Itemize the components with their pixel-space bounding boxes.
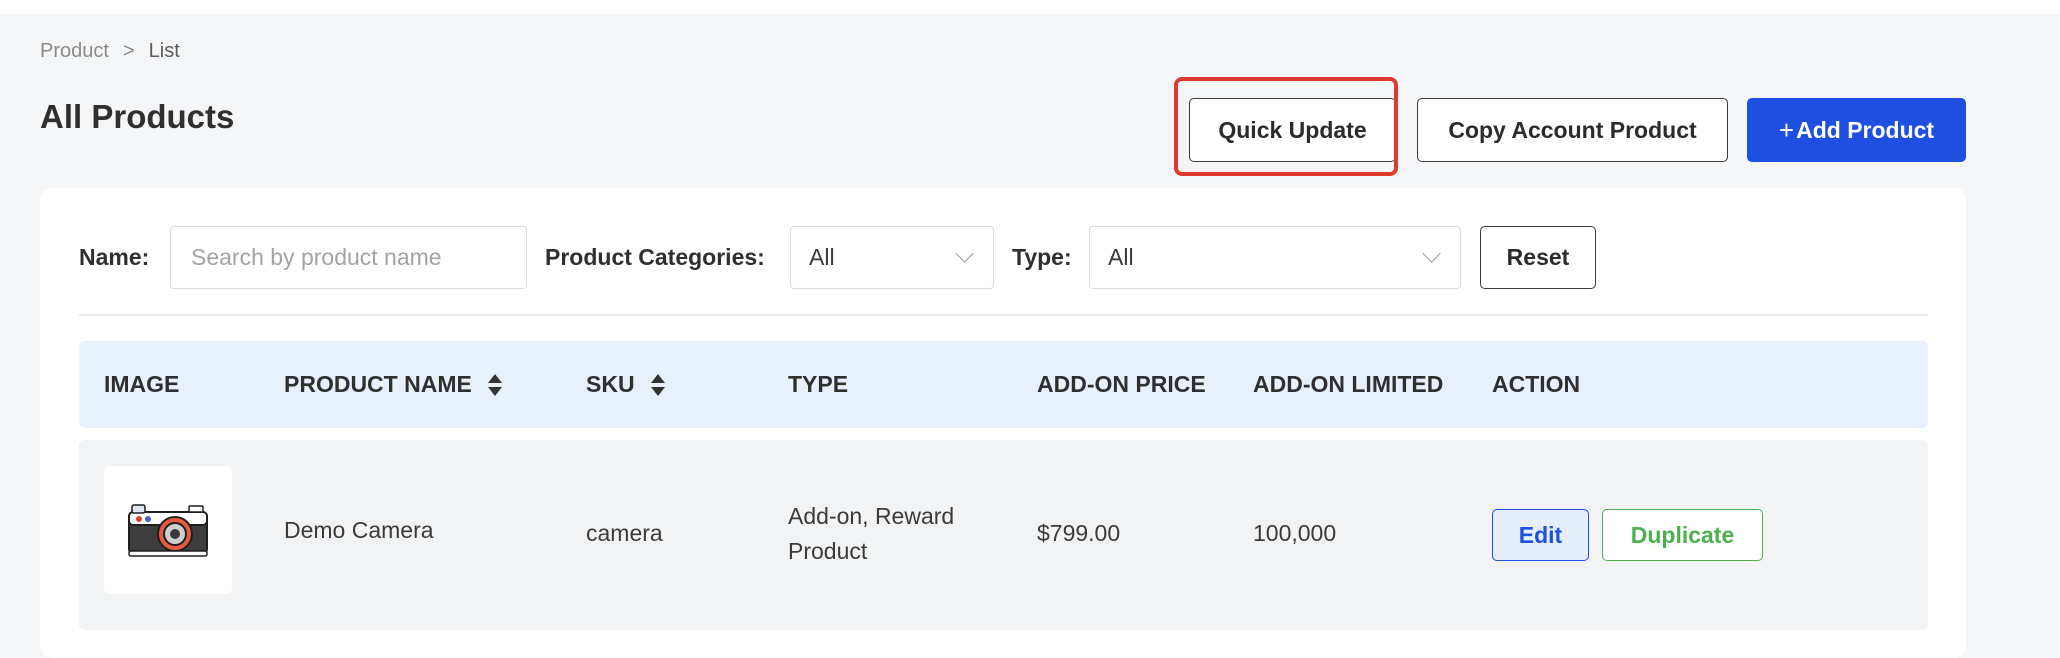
sort-icon[interactable]: [650, 373, 665, 396]
plus-icon: +: [1778, 114, 1795, 145]
categories-filter-label: Product Categories:: [545, 244, 765, 270]
table-header: IMAGE PRODUCT NAME SKU TYPE ADD-ON PRICE…: [79, 341, 1928, 428]
top-bar: [0, 0, 2060, 14]
breadcrumb: Product > List: [40, 40, 180, 63]
breadcrumb-product[interactable]: Product: [40, 40, 109, 63]
add-product-label: Add Product: [1796, 116, 1935, 143]
table-row: Demo Camera camera Add-on, Reward Produc…: [79, 440, 1928, 630]
column-action: ACTION: [1492, 371, 1581, 397]
breadcrumb-separator: >: [122, 40, 135, 62]
camera-icon: [128, 504, 208, 557]
add-product-button[interactable]: + Add Product: [1747, 98, 1966, 162]
copy-account-product-button[interactable]: Copy Account Product: [1417, 98, 1728, 162]
column-addon-limited: ADD-ON LIMITED: [1253, 371, 1444, 397]
type-cell: Add-on, Reward Product: [788, 503, 955, 564]
divider: [79, 314, 1928, 316]
column-image: IMAGE: [104, 371, 180, 397]
sort-icon[interactable]: [487, 373, 502, 396]
addon-price-cell: $799.00: [1037, 520, 1121, 546]
search-input[interactable]: [189, 243, 508, 272]
chevron-down-icon: [1422, 244, 1441, 263]
page-title: All Products: [40, 98, 235, 135]
column-sku[interactable]: SKU: [586, 341, 665, 428]
type-select[interactable]: All: [1089, 226, 1461, 289]
reset-button[interactable]: Reset: [1480, 226, 1596, 289]
quick-update-button[interactable]: Quick Update: [1189, 98, 1396, 162]
type-filter-label: Type:: [1012, 244, 1072, 270]
column-type: TYPE: [788, 371, 849, 397]
product-name-cell: Demo Camera: [284, 517, 434, 543]
product-image: [104, 466, 232, 594]
chevron-down-icon: [955, 244, 974, 263]
sku-cell: camera: [586, 520, 663, 546]
product-name-search[interactable]: [170, 226, 527, 289]
name-filter-label: Name:: [79, 244, 150, 270]
breadcrumb-current: List: [148, 40, 180, 62]
column-product-name[interactable]: PRODUCT NAME: [284, 341, 502, 428]
categories-select[interactable]: All: [790, 226, 994, 289]
duplicate-button[interactable]: Duplicate: [1602, 509, 1763, 561]
addon-limited-cell: 100,000: [1253, 520, 1337, 546]
column-addon-price: ADD-ON PRICE: [1037, 371, 1206, 397]
categories-selected-value: All: [809, 244, 835, 270]
edit-button[interactable]: Edit: [1492, 509, 1589, 561]
type-selected-value: All: [1108, 244, 1134, 270]
